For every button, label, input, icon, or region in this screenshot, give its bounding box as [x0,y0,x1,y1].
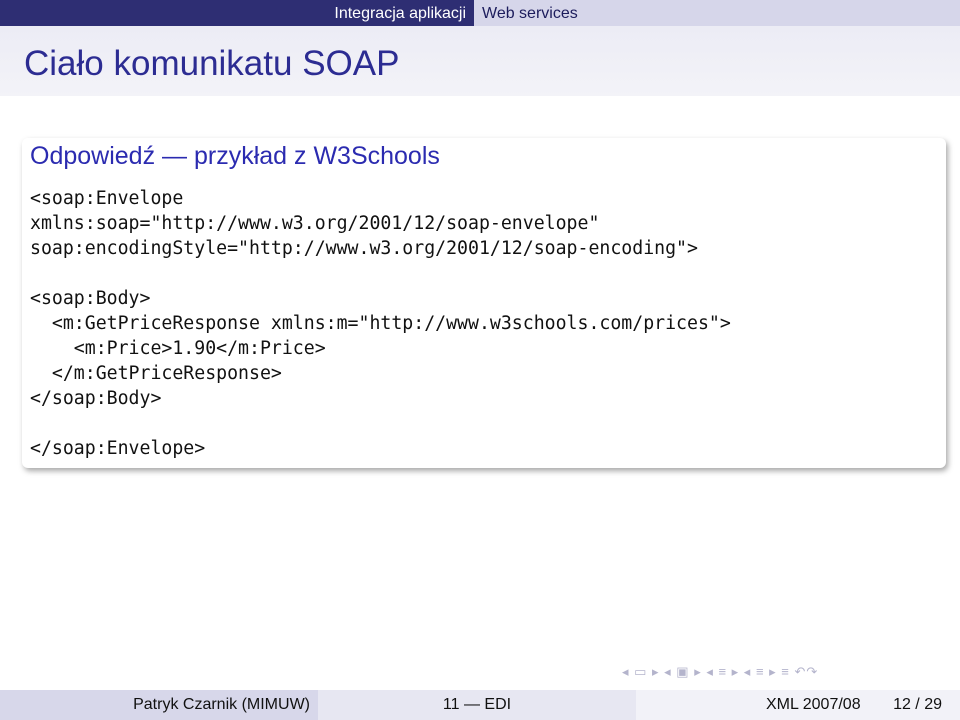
code-line: </soap:Envelope> [30,438,206,459]
footer-author-box: Patryk Czarnik (MIMUW) [0,690,318,720]
code-line: xmlns:soap="http://www.w3.org/2001/12/so… [30,213,600,234]
block-title: Odpowiedź — przykład z W3Schools [30,142,440,170]
footer: Patryk Czarnik (MIMUW) 11 — EDI XML 2007… [0,690,960,720]
slide-title: Ciało komunikatu SOAP [24,44,400,83]
section-label: Web services [482,5,578,22]
block-body: Odpowiedź — przykład z W3Schools <soap:E… [22,138,946,468]
header-bar: Integracja aplikacji Web services [0,0,960,26]
section-link-integracja[interactable]: Integracja aplikacji [0,0,474,26]
code-line: <soap:Envelope [30,188,184,209]
footer-date: XML 2007/08 [766,696,861,713]
page-number: 12 / 29 [893,696,942,713]
section-link-web-services[interactable]: Web services [474,0,960,26]
code-line: soap:encodingStyle="http://www.w3.org/20… [30,238,698,259]
code-line: </soap:Body> [30,388,162,409]
navigation-controls[interactable]: ◂ ▭ ▸ ◂ ▣ ▸ ◂ ≡ ▸ ◂ ≡ ▸ ≡ ↶↷ [622,664,818,680]
example-block: Odpowiedź — przykład z W3Schools <soap:E… [22,138,946,468]
code-listing: <soap:Envelope xmlns:soap="http://www.w3.… [30,186,731,461]
section-label: Integracja aplikacji [334,5,466,22]
code-line: </m:GetPriceResponse> [30,363,282,384]
code-line: <m:Price>1.90</m:Price> [30,338,326,359]
footer-lecture: 11 — EDI [318,690,636,720]
footer-info-box: XML 2007/08 12 / 29 [636,690,960,720]
footer-author: Patryk Czarnik (MIMUW) [133,696,310,713]
code-line: <soap:Body> [30,288,151,309]
code-line: <m:GetPriceResponse xmlns:m="http://www.… [30,313,731,334]
